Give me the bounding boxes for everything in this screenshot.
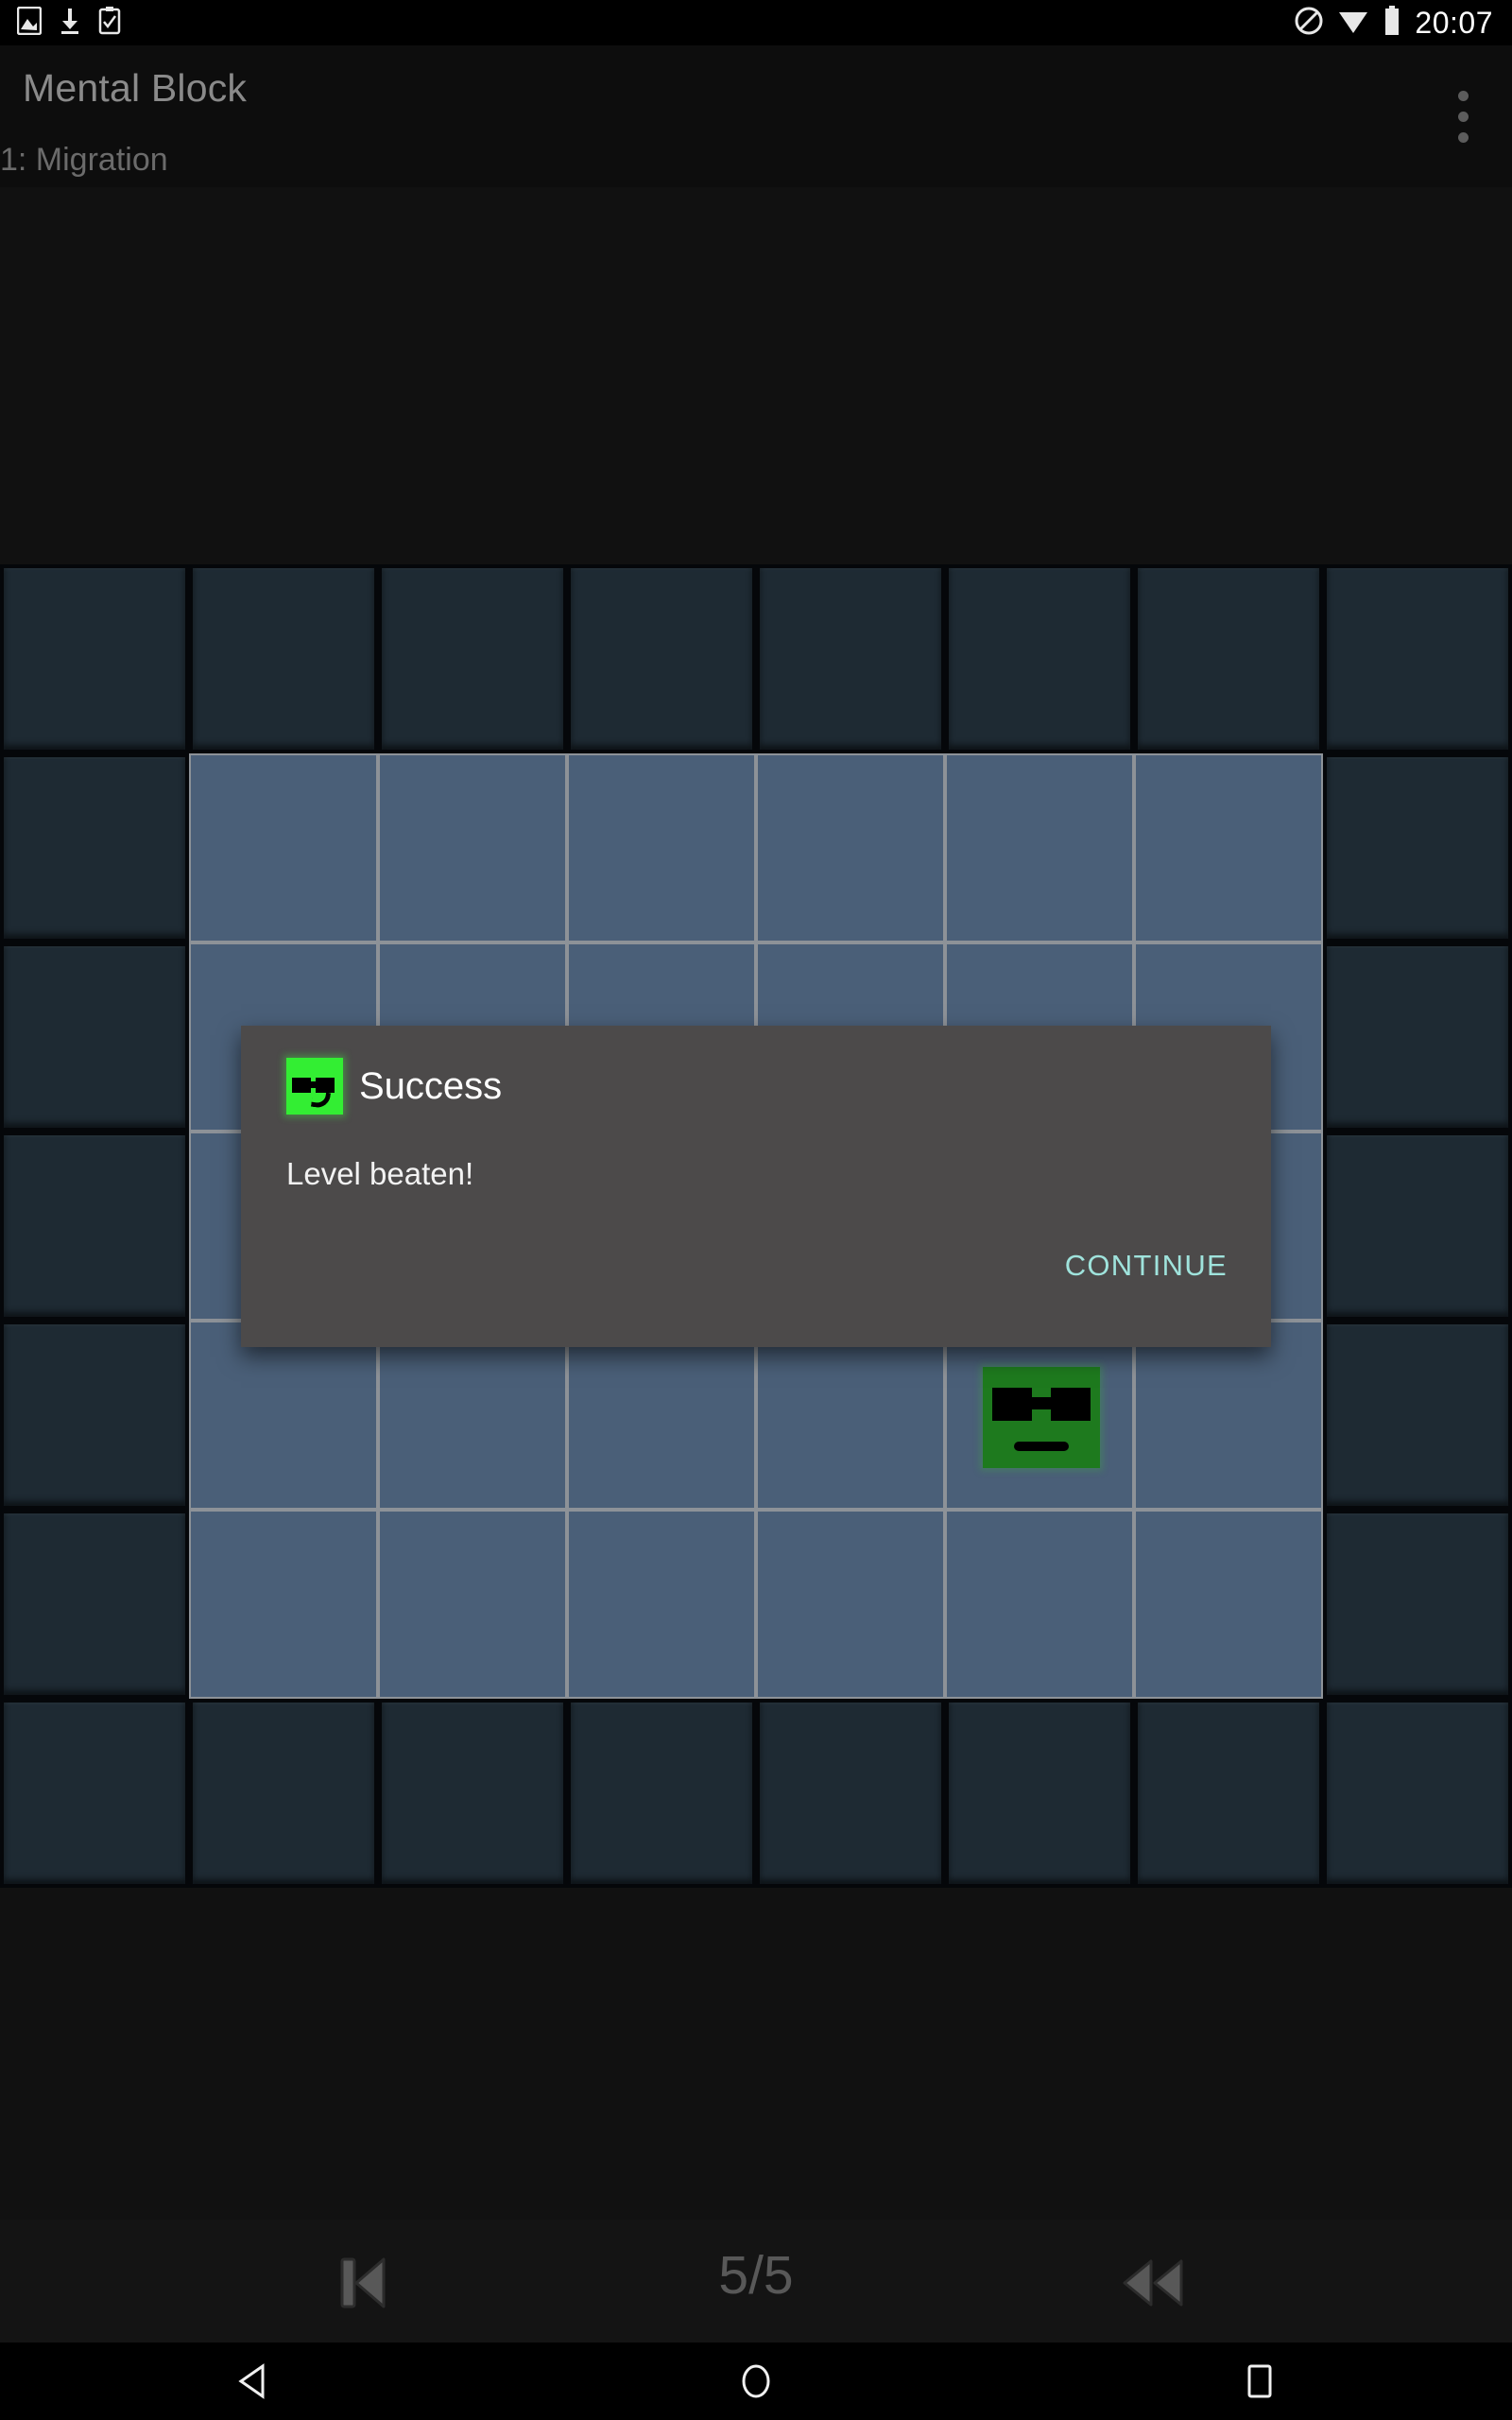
download-icon xyxy=(59,7,81,40)
grid-cell-floor[interactable] xyxy=(189,1510,378,1699)
home-circle-icon[interactable] xyxy=(699,2342,813,2420)
player-block[interactable] xyxy=(983,1367,1100,1468)
do-not-disturb-icon xyxy=(1294,6,1324,41)
undo-move-button[interactable] xyxy=(1077,2242,1228,2327)
grid-cell-wall xyxy=(189,1699,378,1888)
dialog-title: Success xyxy=(359,1065,503,1107)
battery-icon xyxy=(1383,5,1401,41)
grid-cell-floor[interactable] xyxy=(567,1321,756,1510)
control-bar: 5/5 xyxy=(0,2220,1512,2342)
grid-cell-wall xyxy=(1323,564,1512,753)
grid-cell-floor[interactable] xyxy=(378,1510,567,1699)
grid-cell-wall xyxy=(0,1321,189,1510)
player-mouth xyxy=(1014,1442,1069,1451)
grid-cell-floor[interactable] xyxy=(756,753,945,942)
page-title: Mental Block xyxy=(23,66,248,110)
dialog-message: Level beaten! xyxy=(286,1156,474,1191)
status-bar: 20:07 xyxy=(0,0,1512,45)
image-icon xyxy=(16,6,43,40)
grid-cell-floor[interactable] xyxy=(1134,753,1323,942)
overflow-dot xyxy=(1457,90,1469,101)
grid-cell-player[interactable] xyxy=(945,1321,1134,1510)
rewind-icon xyxy=(1119,2256,1187,2315)
grid-cell-wall xyxy=(567,564,756,753)
grid-cell-floor[interactable] xyxy=(567,753,756,942)
player-right-lens xyxy=(1051,1388,1091,1421)
grid-cell-wall xyxy=(945,1699,1134,1888)
level-name-label: 1: Migration xyxy=(0,142,168,178)
grid-cell-floor[interactable] xyxy=(189,753,378,942)
grid-cell-wall xyxy=(0,564,189,753)
action-bar: Mental Block 1: Migration xyxy=(0,45,1512,187)
grid-cell-wall xyxy=(756,1699,945,1888)
grid-cell-wall xyxy=(1323,753,1512,942)
smile-icon xyxy=(310,1090,332,1110)
status-bar-clock: 20:07 xyxy=(1415,5,1493,40)
grid-cell-wall xyxy=(756,564,945,753)
grid-cell-wall xyxy=(378,1699,567,1888)
overflow-dot xyxy=(1457,111,1469,122)
step-counter: 5/5 xyxy=(718,2245,794,2306)
overflow-menu-icon[interactable] xyxy=(1442,83,1484,149)
grid-cell-floor[interactable] xyxy=(945,753,1134,942)
dialog-header: Success xyxy=(286,1058,502,1115)
grid-cell-floor[interactable] xyxy=(945,1510,1134,1699)
grid-cell-wall xyxy=(0,942,189,1132)
grid-cell-floor[interactable] xyxy=(378,753,567,942)
grid-cell-floor[interactable] xyxy=(756,1510,945,1699)
grid-cell-wall xyxy=(567,1699,756,1888)
sunglasses-left-lens xyxy=(292,1078,311,1093)
grid-cell-floor[interactable] xyxy=(378,1321,567,1510)
continue-button[interactable]: CONTINUE xyxy=(1065,1249,1228,1283)
app-screen: 20:07 Mental Block 1: Migration Success … xyxy=(0,0,1512,2420)
grid-cell-wall xyxy=(945,564,1134,753)
grid-cell-wall xyxy=(0,1699,189,1888)
grid-cell-wall xyxy=(1323,1699,1512,1888)
player-sunglasses-bridge xyxy=(1032,1397,1053,1409)
recents-square-icon[interactable] xyxy=(1203,2342,1316,2420)
status-bar-notifications xyxy=(0,6,121,40)
grid-cell-wall xyxy=(1323,942,1512,1132)
grid-cell-wall xyxy=(0,1510,189,1699)
grid-cell-floor[interactable] xyxy=(1134,1510,1323,1699)
grid-cell-floor[interactable] xyxy=(189,1321,378,1510)
grid-cell-wall xyxy=(1323,1132,1512,1321)
grid-cell-wall xyxy=(1323,1510,1512,1699)
grid-cell-wall xyxy=(1323,1321,1512,1510)
grid-cell-floor[interactable] xyxy=(567,1510,756,1699)
grid-cell-floor[interactable] xyxy=(1134,1321,1323,1510)
grid-cell-wall xyxy=(1134,564,1323,753)
checkbox-note-icon xyxy=(98,6,121,40)
success-face-icon xyxy=(286,1058,343,1115)
grid-cell-wall xyxy=(0,753,189,942)
grid-cell-wall xyxy=(0,1132,189,1321)
status-bar-system: 20:07 xyxy=(1294,5,1512,41)
android-nav-bar xyxy=(0,2342,1512,2420)
wifi-icon xyxy=(1337,7,1369,40)
back-triangle-icon[interactable] xyxy=(196,2342,309,2420)
overflow-dot xyxy=(1457,131,1469,143)
grid-cell-wall xyxy=(378,564,567,753)
grid-cell-floor[interactable] xyxy=(756,1321,945,1510)
success-dialog: Success Level beaten! CONTINUE xyxy=(241,1026,1271,1347)
player-left-lens xyxy=(992,1388,1032,1421)
grid-cell-wall xyxy=(1134,1699,1323,1888)
grid-cell-wall xyxy=(189,564,378,753)
